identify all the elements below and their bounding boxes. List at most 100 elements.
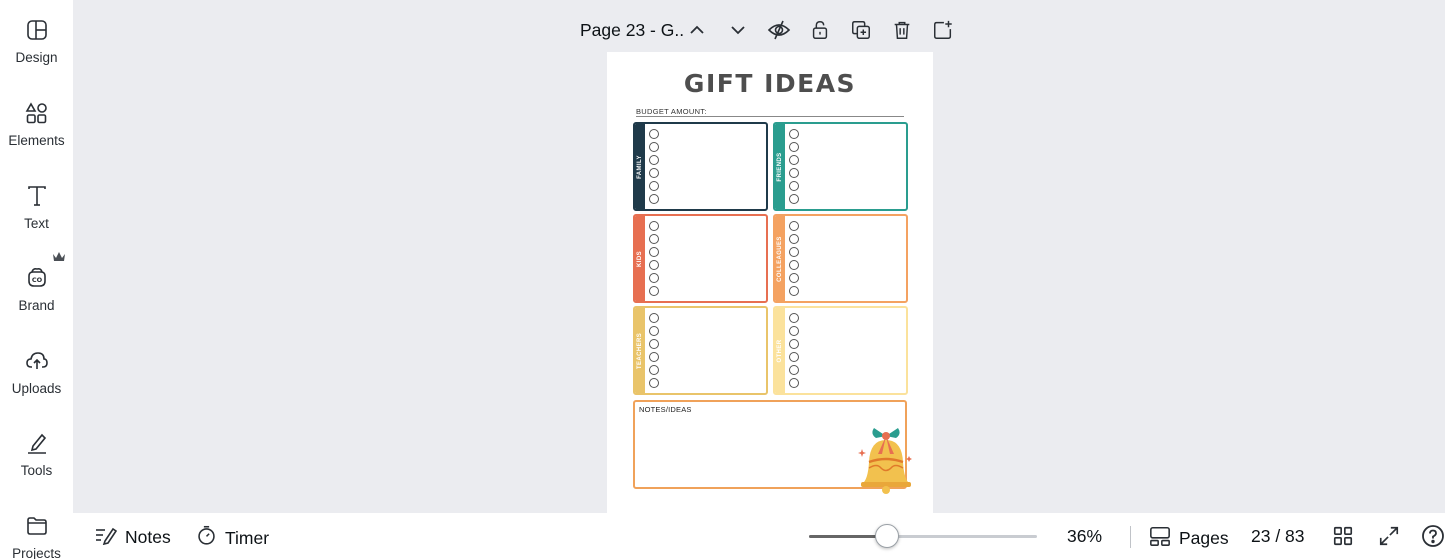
category-label: FAMILY [637,154,643,179]
category-label: COLLEAGUES [777,235,783,282]
document-title: GIFT IDEAS [683,69,857,98]
sidebar-item-label: Elements [8,133,65,148]
category-box: TEACHERS [633,306,768,395]
sidebar-item-text[interactable]: Text [0,166,73,236]
category-box: COLLEAGUES [773,214,908,303]
hide-icon[interactable] [766,17,792,43]
checkbox-list [649,221,659,296]
sidebar-item-tools[interactable]: Tools [0,413,73,483]
notes-label: Notes [125,527,171,547]
checkbox-circle [649,168,659,178]
design-page[interactable]: GIFT IDEAS BUDGET AMOUNT: FAMILY FRIENDS K… [607,52,933,513]
category-box: FAMILY [633,122,768,211]
checkbox-circle [789,142,799,152]
folder-icon [24,513,50,539]
checkbox-circle [649,181,659,191]
budget-line [636,116,904,117]
zoom-slider-thumb[interactable] [874,524,899,548]
category-tab: KIDS [635,216,645,301]
add-page-icon[interactable] [930,17,956,43]
sidebar-item-elements[interactable]: Elements [0,83,73,153]
category-box: OTHER [773,306,908,395]
checkbox-circle [789,247,799,257]
checkbox-circle [649,260,659,270]
category-label: TEACHERS [637,332,643,369]
checkbox-circle [649,155,659,165]
sidebar-item-label: Projects [12,546,61,559]
grid-view-icon[interactable] [1331,524,1355,548]
checkbox-circle [789,286,799,296]
timer-icon [196,525,217,551]
category-tab: OTHER [775,308,785,393]
checkbox-circle [649,365,659,375]
checkbox-circle [789,378,799,388]
checkbox-list [649,313,659,388]
crown-icon [52,250,66,262]
shapes-icon [24,100,50,126]
checkbox-circle [649,247,659,257]
checkbox-circle [789,221,799,231]
zoom-slider-track[interactable] [809,535,1037,538]
svg-text:CO: CO [31,276,42,284]
page-toolbar: Page 23 - G.. [0,0,1445,60]
checkbox-list [789,129,799,204]
checkbox-circle [789,326,799,336]
page-title[interactable]: Page 23 - G.. [580,20,684,41]
checkbox-circle [789,181,799,191]
sidebar-item-label: Brand [18,298,55,313]
checkbox-circle [649,234,659,244]
chevron-up-icon[interactable] [684,17,710,43]
checkbox-circle [789,129,799,139]
checkbox-circle [789,260,799,270]
category-label: KIDS [637,250,643,267]
text-icon [24,183,50,209]
checkbox-circle [649,142,659,152]
checkbox-circle [649,313,659,323]
checkbox-circle [789,339,799,349]
brand-icon: CO [24,265,50,291]
notes-button[interactable]: Notes [95,525,171,550]
chevron-down-icon[interactable] [725,17,751,43]
checkbox-circle [649,129,659,139]
checkbox-circle [649,339,659,349]
sidebar-item-uploads[interactable]: Uploads [0,331,73,401]
left-sidebar: Design Elements Text CO Brand Uploads To… [0,0,73,559]
checkbox-circle [789,365,799,375]
sidebar-item-projects[interactable]: Projects [0,496,73,559]
pages-button[interactable]: Pages [1149,525,1229,552]
checkbox-list [649,129,659,204]
pages-icon [1149,525,1171,552]
draw-icon [24,430,50,456]
checkbox-circle [649,273,659,283]
checkbox-circle [649,378,659,388]
checkbox-circle [649,326,659,336]
page-count: 23 / 83 [1251,526,1305,546]
lock-icon[interactable] [807,17,833,43]
help-icon[interactable] [1421,524,1445,548]
category-tab: COLLEAGUES [775,216,785,301]
fullscreen-icon[interactable] [1377,524,1401,548]
budget-label: BUDGET AMOUNT: [636,107,707,116]
bottom-bar: Notes Timer 36% Pages 23 / 83 [73,513,1445,559]
duplicate-icon[interactable] [848,17,874,43]
checkbox-circle [789,194,799,204]
checkbox-circle [789,234,799,244]
zoom-value[interactable]: 36% [1067,526,1102,547]
pages-label: Pages [1179,528,1229,548]
category-tab: FRIENDS [775,124,785,209]
trash-icon[interactable] [889,17,915,43]
sidebar-item-label: Tools [20,463,53,478]
checkbox-list [789,313,799,388]
checkbox-list [789,221,799,296]
category-box: KIDS [633,214,768,303]
sidebar-item-label: Text [24,216,49,231]
category-box: FRIENDS [773,122,908,211]
checkbox-circle [789,352,799,362]
timer-button[interactable]: Timer [196,525,269,551]
sidebar-item-label: Uploads [11,381,62,396]
notes-label: NOTES/IDEAS [639,405,692,414]
checkbox-circle [649,221,659,231]
checkbox-circle [649,194,659,204]
category-label: FRIENDS [777,151,783,182]
cloud-upload-icon [24,348,50,374]
